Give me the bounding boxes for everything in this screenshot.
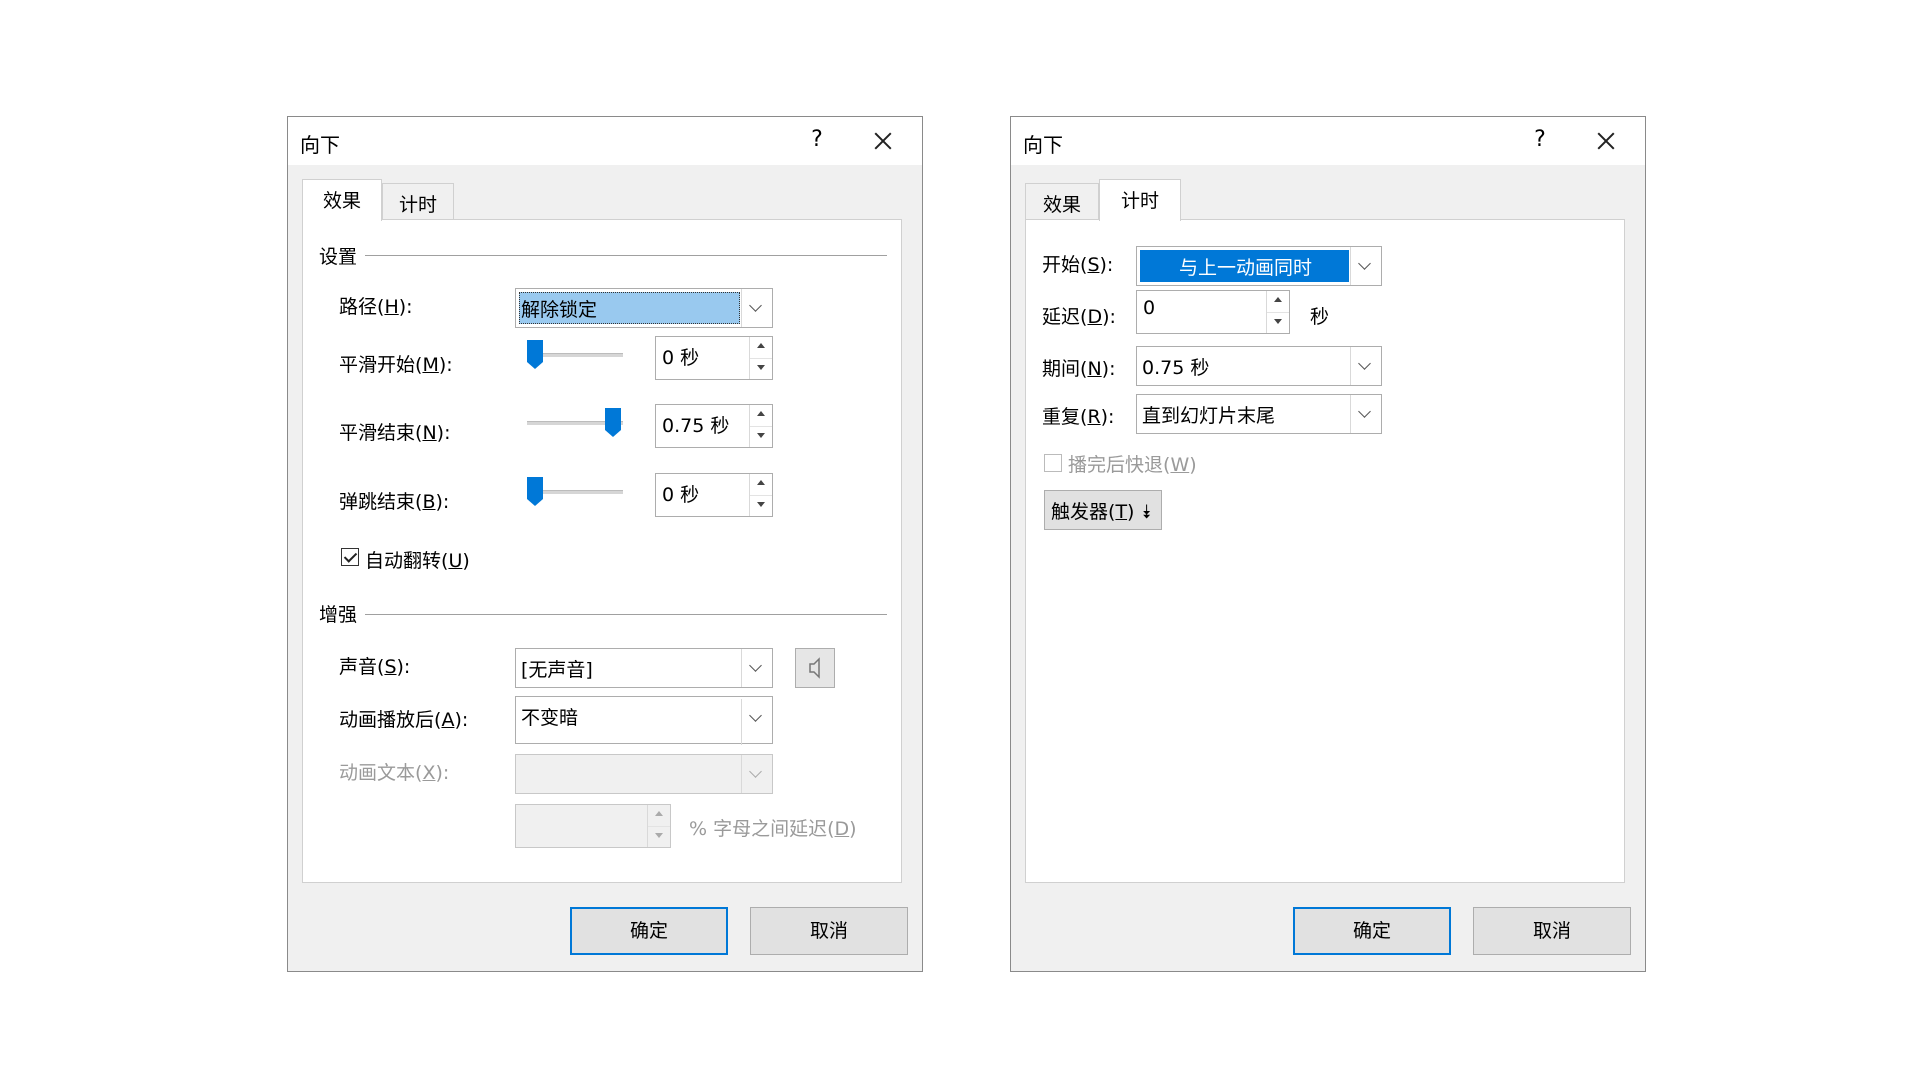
spin-up-icon[interactable] [750,405,772,427]
slider-thumb[interactable] [527,477,543,506]
chevron-down-icon[interactable] [1350,247,1381,285]
dialog-title: 向下 [300,133,340,157]
chevron-down-icon[interactable] [741,755,772,793]
timing-dialog: 向下 ? 效果 计时 开始(S): 与上一动画同时 延迟(D): 0 秒 期间(… [1010,116,1646,972]
rewind-checkbox[interactable] [1044,454,1062,472]
ok-button[interactable]: 确定 [570,907,728,955]
start-select[interactable]: 与上一动画同时 [1136,246,1382,286]
repeat-label: 重复(R): [1042,406,1115,428]
smooth-end-label: 平滑结束(N): [339,422,451,444]
animate-text-select[interactable] [515,754,773,794]
spin-down-icon[interactable] [648,826,670,847]
dialog-title: 向下 [1023,133,1063,157]
duration-select[interactable]: 0.75 秒 [1136,346,1382,386]
start-label: 开始(S): [1042,254,1114,276]
help-button[interactable]: ? [802,127,832,155]
effect-panel: 设置 路径(H): 解除锁定 平滑开始(M): 0 秒 平滑结束(N): 0.7… [302,219,902,883]
spin-down-icon[interactable] [750,495,772,516]
delay-spinner[interactable]: 0 [1136,290,1290,334]
smooth-end-spinner[interactable]: 0.75 秒 [655,404,773,448]
double-chevron-down-icon: ⯯ [1140,501,1152,523]
repeat-select[interactable]: 直到幻灯片末尾 [1136,394,1382,434]
after-animation-select[interactable]: 不变暗 [515,696,773,745]
chevron-down-icon[interactable] [1350,347,1381,385]
title-bar: 向下 ? [1011,117,1645,165]
chevron-down-icon[interactable] [741,699,772,745]
sound-volume-button[interactable] [795,648,835,688]
close-icon[interactable] [1589,125,1623,157]
letter-delay-spinner[interactable] [515,804,671,848]
smooth-end-slider[interactable] [527,408,623,438]
tab-timing[interactable]: 计时 [382,183,454,219]
delay-label: 延迟(D): [1042,306,1116,328]
effect-dialog: 向下 ? 效果 计时 设置 路径(H): 解除锁定 平滑开始(M): 0 秒 平… [287,116,923,972]
sound-select[interactable]: [无声音] [515,648,773,688]
bounce-end-label: 弹跳结束(B): [339,491,450,513]
trigger-button[interactable]: 触发器(T) ⯯ [1044,490,1162,530]
cancel-button[interactable]: 取消 [1473,907,1631,955]
title-bar: 向下 ? [288,117,922,165]
spin-down-icon[interactable] [750,358,772,379]
tab-timing[interactable]: 计时 [1099,179,1181,221]
timing-panel: 开始(S): 与上一动画同时 延迟(D): 0 秒 期间(N): 0.75 秒 … [1025,219,1625,883]
spin-down-icon[interactable] [750,426,772,447]
chevron-down-icon[interactable] [741,289,772,327]
close-icon[interactable] [866,125,900,157]
path-select[interactable]: 解除锁定 [515,288,773,328]
help-button[interactable]: ? [1525,127,1555,155]
smooth-start-spinner[interactable]: 0 秒 [655,336,773,380]
spin-down-icon[interactable] [1267,312,1289,333]
chevron-down-icon[interactable] [741,649,772,687]
duration-label: 期间(N): [1042,358,1116,380]
ok-button[interactable]: 确定 [1293,907,1451,955]
letter-delay-label: % 字母之间延迟(D) [689,818,857,840]
slider-thumb[interactable] [527,340,543,369]
auto-reverse-label[interactable]: 自动翻转(U) [365,546,470,573]
spin-up-icon[interactable] [1267,291,1289,313]
speaker-icon [809,657,820,679]
rewind-label[interactable]: 播完后快退(W) [1068,450,1197,477]
sound-label: 声音(S): [339,656,411,678]
delay-unit: 秒 [1310,306,1330,328]
group-divider [365,255,887,256]
path-label: 路径(H): [339,296,413,318]
spin-up-icon[interactable] [648,805,670,827]
spin-up-icon[interactable] [750,474,772,496]
chevron-down-icon[interactable] [1350,395,1381,433]
tab-effect[interactable]: 效果 [1025,183,1099,219]
animate-text-label: 动画文本(X): [339,762,450,784]
smooth-start-slider[interactable] [527,340,623,370]
slider-thumb[interactable] [605,408,621,437]
bounce-end-slider[interactable] [527,477,623,507]
tab-effect[interactable]: 效果 [302,179,382,221]
enhance-group-title: 增强 [319,604,358,626]
bounce-end-spinner[interactable]: 0 秒 [655,473,773,517]
group-divider [365,614,887,615]
auto-reverse-checkbox[interactable] [341,548,359,566]
cancel-button[interactable]: 取消 [750,907,908,955]
after-animation-label: 动画播放后(A): [339,709,469,731]
smooth-start-label: 平滑开始(M): [339,354,453,376]
spin-up-icon[interactable] [750,337,772,359]
settings-group-title: 设置 [319,246,358,268]
